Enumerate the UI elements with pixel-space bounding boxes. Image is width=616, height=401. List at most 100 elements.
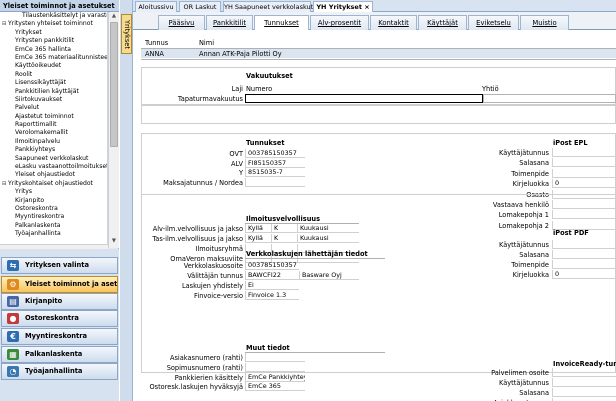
doc-tab-yritykset[interactable]: YH Yritykset × <box>313 1 373 12</box>
tunnukset-rows-field-maksajatunnus-nordea[interactable] <box>245 177 305 187</box>
tree-item-myyntireskontra[interactable]: Myyntireskontra <box>0 213 107 221</box>
module-kirjanpito[interactable]: ▤ Kirjanpito <box>1 293 118 310</box>
scroll-thumb[interactable] <box>110 22 118 147</box>
tree-item-ostoreskontra[interactable]: Ostoreskontra <box>0 205 107 213</box>
module-myyntireskontra-icon: € <box>7 331 19 342</box>
tree-item-label: Verolomakemallit <box>15 129 68 137</box>
ipost_pdf-rows-field-salasana[interactable] <box>552 250 616 259</box>
tree-item-yritysten-yhteiset-toiminnot[interactable]: ⊟Yritysten yhteiset toiminnot <box>0 20 107 28</box>
invoiceready-rows-field-salasana[interactable] <box>552 388 616 397</box>
tree-item-label: Yritykset <box>15 28 42 36</box>
tree-item-palkanlaskenta[interactable]: Palkanlaskenta <box>0 222 107 230</box>
tree-item-tyoajanhallinta[interactable]: Työajanhallinta <box>0 230 107 238</box>
close-icon[interactable]: × <box>364 3 369 11</box>
tab-muistio[interactable]: Muistio <box>520 15 569 30</box>
scroll-up-icon[interactable]: ▲ <box>109 12 119 21</box>
module-tyoajanhallinta-icon: ◔ <box>7 366 19 377</box>
ilmoitus-field-a[interactable]: Kyllä <box>245 224 271 233</box>
tree-scrollbar[interactable]: ▲ ▼ <box>108 12 119 248</box>
ipost_epl-rows-field-kayttajatunnus[interactable] <box>552 148 616 157</box>
tree-item-emce-365-materiaalitunnisteet[interactable]: EmCe 365 materiaalitunnisteet <box>0 54 107 62</box>
tree-item-yritysten-pankkitilit[interactable]: Yritysten pankkitilit <box>0 37 107 45</box>
ilmoitus-field-b[interactable]: K <box>271 234 297 243</box>
ipost_epl-rows-field-toimenpide[interactable] <box>552 168 616 178</box>
tree-item-pankkiyhteys[interactable]: Pankkiyhteys <box>0 146 107 154</box>
tree-item-lisenssikayttajat[interactable]: Lisenssikäyttäjät <box>0 79 107 87</box>
ilmoitus-field-c[interactable]: Kuukausi <box>297 234 359 243</box>
tree-item-kayttooikeudet[interactable]: Käyttöoikeudet <box>0 62 107 70</box>
ipost_pdf-rows-field-kirjeluokka[interactable]: 0 <box>552 270 616 279</box>
tunnukset-rows-field-y[interactable]: 8515035-7 <box>245 168 305 178</box>
tree-item-label: eLasku vastaanottoilmoitukset <box>15 163 107 171</box>
tab-alv-prosentit[interactable]: Alv-prosentit <box>310 15 369 30</box>
tree-item-ilmoitinpalvelu[interactable]: Ilmoitinpalvelu <box>0 138 107 146</box>
tree-item-raporttimallit[interactable]: Raporttimallit <box>0 121 107 129</box>
tree-item-elasku-vastaanottoilmoitukset[interactable]: eLasku vastaanottoilmoitukset <box>0 163 107 171</box>
tapaturma-numero-input[interactable] <box>245 94 483 103</box>
ilmoitus-field-a[interactable]: Kyllä <box>245 234 271 243</box>
invoiceready-rows-field-kayttajatunnus[interactable] <box>552 378 616 387</box>
verkkolasku-extra-valittajan-tunnus[interactable]: Basware Oyj <box>299 271 359 280</box>
tunnukset-rows-field-ovt[interactable]: 003785150357 <box>245 149 305 158</box>
doc-tab-aloitussivu[interactable]: Aloitussivu <box>135 1 177 12</box>
tree-item-siirtokuvaukset[interactable]: Siirtokuvaukset <box>0 96 107 104</box>
scroll-down-icon[interactable]: ▼ <box>109 237 119 246</box>
module-myyntireskontra[interactable]: € Myyntireskontra <box>1 328 118 345</box>
tree-item-roolit[interactable]: Roolit <box>0 71 107 79</box>
tab-pankkitilit[interactable]: Pankkitilit <box>206 15 253 30</box>
module-yleiset-toiminnot-ja-asetukset[interactable]: ⚙ Yleiset toiminnot ja asetukset <box>1 276 118 293</box>
tree-item-label: Saapuneet verkkolaskut <box>15 154 89 162</box>
muut-rows-field-ostoresk-laskujen-hyvaksyja[interactable]: EmCe 365 <box>245 382 305 392</box>
section-verkkolasku-title: Verkkolaskujen lähettäjän tiedot <box>246 250 368 258</box>
vertical-tab-yritykset[interactable]: Yritykset <box>121 14 132 54</box>
ipost_pdf-rows-label-kirjeluokka: Kirjeluokka <box>512 271 549 279</box>
ipost_epl-rows-field-salasana[interactable] <box>552 158 616 168</box>
module-yrityksen-valinta[interactable]: ⇆ Yrityksen valinta <box>1 257 118 274</box>
verkkolasku-field-finvoice-versio[interactable]: Finvoice 1.3 <box>245 291 299 300</box>
doc-tab-or-laskut[interactable]: OR Laskut <box>179 1 221 12</box>
muut-rows-label-sopimusnumero-rahti: Sopimusnumero (rahti) <box>166 363 243 372</box>
tree-item-label: Tilaustenkäsittelyt ja varastot <box>22 12 107 19</box>
tab-eviketselu[interactable]: Eviketselu <box>468 15 519 30</box>
muut-rows-field-asiakasnumero-rahti[interactable] <box>245 353 305 362</box>
module-palkanlaskenta[interactable]: ▦ Palkanlaskenta <box>1 346 118 363</box>
invoiceready-rows-field-palvelimen-osoite[interactable] <box>552 368 616 377</box>
verkkolasku-field-laskujen-yhdistely[interactable]: Ei <box>245 281 299 290</box>
tab-tunnukset[interactable]: Tunnukset <box>254 15 309 31</box>
tab-paasivu[interactable]: Pääsivu <box>158 15 205 30</box>
tree-item-yleiset-ohjaustiedot[interactable]: Yleiset ohjaustiedot <box>0 171 107 179</box>
tree-item-saapuneet-verkkolaskut[interactable]: Saapuneet verkkolaskut <box>0 155 107 163</box>
tree-item-emce-365-hallinta[interactable]: EmCe 365 hallinta <box>0 46 107 54</box>
ipost_pdf-rows-field-toimenpide[interactable] <box>552 260 616 269</box>
tree-item-label: Ostoreskontra <box>15 204 58 212</box>
ipost_pdf-rows-field-kayttajatunnus[interactable] <box>552 240 616 249</box>
tapaturma-yhtio-input[interactable] <box>483 94 616 103</box>
tab-kontaktit[interactable]: Kontaktit <box>370 15 417 30</box>
tree-item-ajastetut-toiminnot[interactable]: Ajastetut toiminnot <box>0 113 107 121</box>
module-tyoajanhallinta[interactable]: ◔ Työajanhallinta <box>1 363 118 380</box>
tree-item-palvelut[interactable]: Palvelut <box>0 104 107 112</box>
module-label: Palkanlaskenta <box>25 350 83 358</box>
tree-item-verolomakemallit[interactable]: Verolomakemallit <box>0 129 107 137</box>
tree-item-yritykset[interactable]: Yritykset <box>0 29 107 37</box>
tree-item-label: Yritys <box>15 188 33 196</box>
tree-item-tilaustenkasittelyt-ja-varastot[interactable]: Tilaustenkäsittelyt ja varastot <box>0 12 107 20</box>
muut-rows-field-pankkierien-kasittely[interactable]: EmCe Pankkiyhteys <box>245 372 305 382</box>
module-ostoreskontra[interactable]: ● Ostoreskontra <box>1 310 118 327</box>
ipost_epl-rows-field-kirjeluokka[interactable]: 0 <box>552 179 616 189</box>
tunnukset-rows-field-alv[interactable]: FI85150357 <box>245 158 305 168</box>
verkkolasku-field-verkkolaskuosoite[interactable]: 003785150357 <box>245 261 299 270</box>
ilmoitus-field-b[interactable]: K <box>271 224 297 233</box>
ilmoitus-field-c[interactable]: Kuukausi <box>297 224 359 233</box>
verkkolasku-field-valittajan-tunnus[interactable]: BAWCFI22 <box>245 271 299 280</box>
company-tunnus[interactable]: ANNA <box>145 50 164 58</box>
tree-item-kirjanpito[interactable]: Kirjanpito <box>0 197 107 205</box>
tree-item-pankkitilien-kayttajat[interactable]: Pankkitilien käyttäjät <box>0 88 107 96</box>
tab-kayttajat[interactable]: Käyttäjät <box>418 15 467 30</box>
tree-item-yritys[interactable]: Yritys <box>0 188 107 196</box>
company-name[interactable]: Annan ATK-Paja Pilotti Oy <box>199 50 282 58</box>
doc-tab-saapuneet-verkkolaskut[interactable]: YH Saapuneet verkkolaskut <box>223 1 313 12</box>
tree-item-yrityskohtaiset-ohjaustiedot[interactable]: ⊟Yrityskohtaiset ohjaustiedot <box>0 180 107 188</box>
muut-rows-field-sopimusnumero-rahti[interactable] <box>245 362 305 372</box>
main-content: Tunnus Nimi ANNA Annan ATK-Paja Pilotti … <box>133 30 616 401</box>
